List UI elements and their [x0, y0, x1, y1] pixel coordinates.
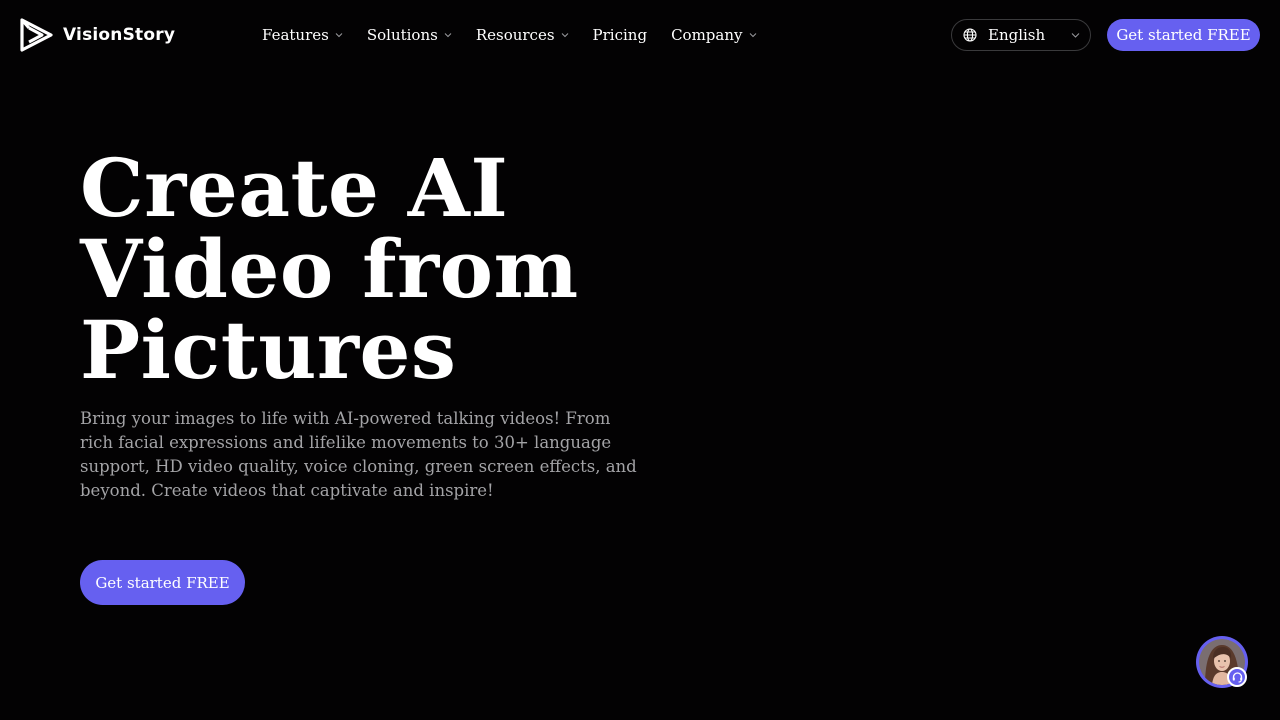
chevron-down-icon — [561, 33, 568, 38]
site-header: VisionStory Features Solutions Resources… — [0, 0, 1280, 70]
brand-logo[interactable]: VisionStory — [20, 18, 175, 52]
nav-item-resources[interactable]: Resources — [476, 26, 569, 44]
hero-title: Create AI Video from Pictures — [80, 148, 680, 391]
nav-item-label: Resources — [475, 26, 555, 44]
headset-badge — [1227, 667, 1247, 687]
chevron-down-icon — [1071, 33, 1080, 38]
hero-title-line: Create AI — [80, 141, 509, 235]
support-chat-widget[interactable] — [1196, 636, 1248, 688]
nav-item-company[interactable]: Company — [671, 26, 756, 44]
page: VisionStory Features Solutions Resources… — [0, 0, 1280, 720]
chevron-down-icon — [335, 33, 343, 38]
play-triangle-logo-icon — [20, 18, 53, 52]
nav-item-label: Pricing — [592, 26, 648, 44]
main-nav: Features Solutions Resources Pricing Com… — [262, 23, 781, 47]
nav-item-solutions[interactable]: Solutions — [367, 26, 452, 44]
nav-item-features[interactable]: Features — [262, 26, 343, 44]
brand-name: VisionStory — [63, 25, 176, 45]
language-selected-value: English — [988, 26, 1046, 44]
get-started-button[interactable]: Get started FREE — [1107, 19, 1260, 51]
chevron-down-icon — [749, 33, 756, 38]
language-selector[interactable]: English — [951, 19, 1091, 51]
globe-icon — [963, 28, 977, 42]
hero-description: Bring your images to life with AI-powere… — [80, 409, 637, 500]
hero-title-line: Pictures — [80, 303, 457, 397]
nav-item-label: Features — [262, 26, 329, 44]
hero-title-line: Video from — [80, 222, 579, 316]
nav-item-pricing[interactable]: Pricing — [593, 26, 648, 44]
chevron-down-icon — [444, 33, 452, 38]
hero-get-started-button[interactable]: Get started FREE — [80, 560, 245, 605]
nav-item-label: Solutions — [366, 26, 438, 44]
nav-item-label: Company — [671, 26, 743, 44]
headset-icon — [1232, 671, 1242, 682]
